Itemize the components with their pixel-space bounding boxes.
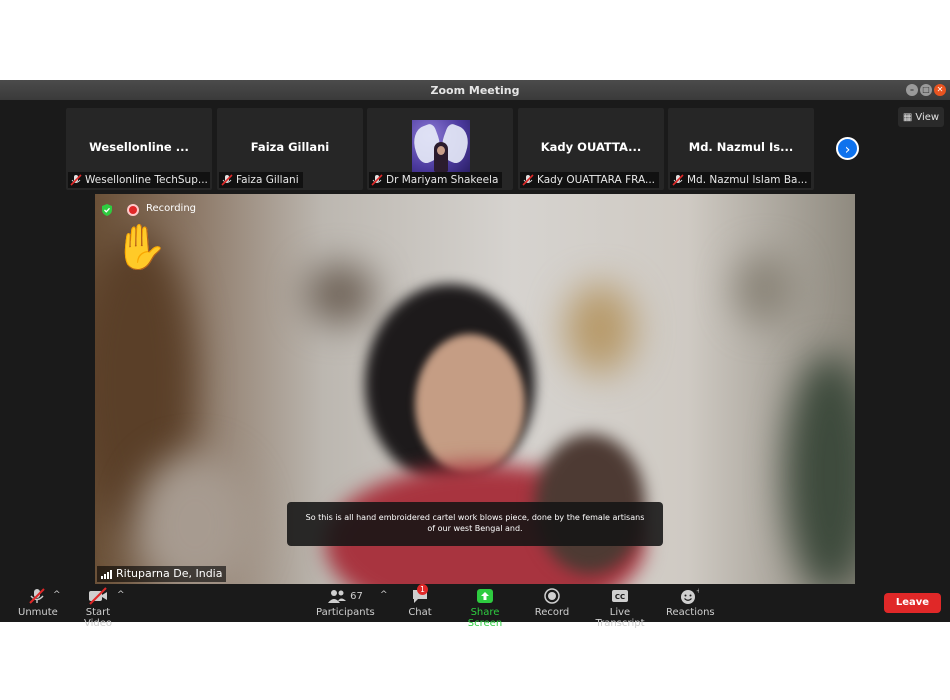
participants-options-chevron-icon[interactable]: ^ [380, 590, 388, 600]
participant-name: Wesellonline ... [89, 140, 189, 154]
minimize-icon[interactable]: – [906, 84, 918, 96]
participants-icon [328, 590, 347, 603]
speaker-name: Rituparna De, India [116, 567, 223, 580]
participant-label: Kady OUATTARA FRA... [520, 172, 659, 188]
share-screen-icon [477, 589, 493, 603]
maximize-icon[interactable]: □ [920, 84, 932, 96]
participant-label: Wesellonline TechSup... [68, 172, 210, 188]
mic-muted-icon [672, 174, 684, 186]
participant-tile[interactable]: Md. Nazmul Is... Md. Nazmul Islam Ba... [668, 108, 814, 190]
speaker-name-label: Rituparna De, India [97, 566, 227, 582]
participants-button[interactable]: 67 Participants [316, 587, 375, 618]
participant-tile[interactable]: Faiza Gillani Faiza Gillani [217, 108, 363, 190]
share-screen-label: Share Screen [467, 607, 503, 629]
participant-name: Md. Nazmul Is... [688, 140, 794, 154]
participant-label-text: Wesellonline TechSup... [85, 174, 208, 186]
encryption-shield-icon[interactable] [101, 204, 113, 216]
mic-muted-icon [221, 174, 233, 186]
chevron-right-icon: › [844, 142, 851, 158]
close-icon[interactable]: ✕ [934, 84, 946, 96]
participant-label-text: Md. Nazmul Islam Ba... [687, 174, 808, 186]
participant-label: Md. Nazmul Islam Ba... [670, 172, 812, 188]
participant-name: Kady OUATTA... [540, 140, 642, 154]
participant-label-text: Dr Mariyam Shakeela [386, 174, 499, 186]
participants-label: Participants [316, 607, 375, 618]
start-video-label: Start Video [83, 607, 113, 629]
chat-unread-badge: 1 [417, 584, 428, 595]
record-icon [544, 588, 560, 604]
recording-icon [127, 204, 139, 216]
mic-muted-icon [371, 174, 383, 186]
mic-muted-icon [70, 174, 82, 186]
zoom-window: Zoom Meeting – □ ✕ ▦ View Wesellonline .… [0, 80, 950, 629]
view-label: View [915, 111, 940, 123]
meeting-toolbar: Unmute ^ Start Video ^ 67 Participants ^… [0, 584, 950, 629]
svg-text:+: + [696, 587, 699, 595]
participant-label: Faiza Gillani [219, 172, 303, 188]
view-button[interactable]: ▦ View [898, 107, 944, 127]
record-button[interactable]: Record [534, 587, 570, 618]
share-screen-button[interactable]: Share Screen [454, 587, 516, 629]
audio-options-chevron-icon[interactable]: ^ [53, 590, 61, 600]
participant-count: 67 [350, 590, 363, 602]
raised-hand-icon: ✋ [113, 222, 168, 273]
live-transcript-button[interactable]: CC Live Transcript [586, 587, 654, 629]
next-page-button[interactable]: › [836, 137, 859, 160]
reactions-icon: + [681, 587, 699, 604]
participant-tile[interactable]: Wesellonline ... Wesellonline TechSup... [66, 108, 212, 190]
svg-text:CC: CC [615, 593, 625, 601]
window-title: Zoom Meeting [430, 83, 520, 97]
unmute-button[interactable]: Unmute [18, 587, 58, 618]
record-label: Record [534, 607, 570, 618]
participant-name: Faiza Gillani [250, 140, 330, 154]
closed-caption: So this is all hand embroidered cartel w… [287, 502, 663, 546]
reactions-label: Reactions [666, 607, 715, 618]
title-bar: Zoom Meeting – □ ✕ [0, 80, 950, 100]
participant-label: Dr Mariyam Shakeela [369, 172, 503, 188]
participant-label-text: Faiza Gillani [236, 174, 299, 186]
video-off-icon [89, 587, 107, 605]
participant-tile[interactable]: Kady OUATTA... Kady OUATTARA FRA... [518, 108, 664, 190]
active-speaker-video: Recording ✋ So this is all hand embroide… [95, 194, 855, 584]
chat-button[interactable]: 1 Chat [405, 584, 435, 618]
leave-button[interactable]: Leave [884, 593, 941, 613]
gallery-view-icon: ▦ [902, 111, 913, 123]
unmute-label: Unmute [18, 607, 58, 618]
mic-muted-icon [29, 588, 45, 604]
participant-video-thumbnail [412, 120, 470, 172]
chat-label: Chat [408, 607, 432, 618]
reactions-button[interactable]: + Reactions [666, 587, 715, 618]
signal-strength-icon [101, 569, 112, 579]
video-options-chevron-icon[interactable]: ^ [117, 590, 125, 600]
closed-caption-icon: CC [612, 590, 628, 602]
live-transcript-label: Live Transcript [595, 607, 645, 629]
mic-muted-icon [522, 174, 534, 186]
recording-label: Recording [146, 203, 197, 214]
participant-label-text: Kady OUATTARA FRA... [537, 174, 655, 186]
participant-tile[interactable]: Dr Mariyam Shakeela [367, 108, 513, 190]
